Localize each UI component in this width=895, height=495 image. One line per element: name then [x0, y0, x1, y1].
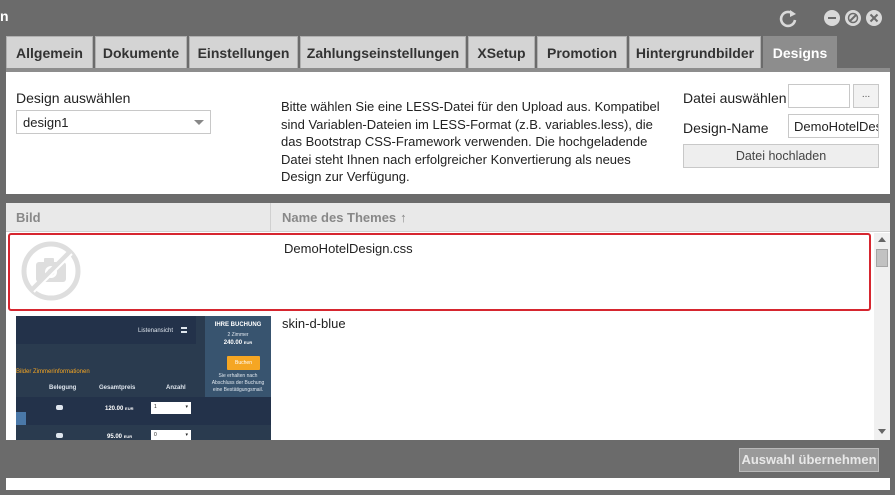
no-image-icon	[21, 241, 81, 301]
minimize-button[interactable]	[824, 10, 840, 26]
themes-table: Bild Name des Themes ↑ DemoHotelDesign.cs…	[6, 203, 890, 440]
tab-bar: Allgemein Dokumente Einstellungen Zahlun…	[0, 36, 895, 68]
tab-einstellungen[interactable]: Einstellungen	[189, 36, 298, 68]
theme-name: DemoHotelDesign.css	[284, 241, 413, 256]
column-divider	[270, 203, 271, 232]
upload-button[interactable]: Datei hochladen	[683, 144, 879, 168]
bottom-strip	[6, 478, 890, 490]
file-browse-button[interactable]: ...	[853, 84, 879, 108]
tab-promotion[interactable]: Promotion	[537, 36, 627, 68]
upload-info-text: Bitte wählen Sie eine LESS-Datei für den…	[281, 99, 660, 184]
tab-allgemein[interactable]: Allgemein	[6, 36, 93, 68]
refresh-icon[interactable]	[778, 8, 798, 28]
file-select-label: Datei auswählen	[683, 90, 787, 106]
preview-links: Bilder Zimmerinformationen	[16, 369, 90, 375]
preview-row1-currency: EUR	[125, 406, 134, 411]
design-select[interactable]: design1	[16, 110, 211, 134]
tab-dokumente[interactable]: Dokumente	[95, 36, 187, 68]
preview-row-price: 95.00 EUR	[107, 434, 132, 440]
preview-booking-rooms: 2 Zimmer	[227, 332, 249, 338]
sort-ascending-icon: ↑	[400, 210, 407, 225]
preview-row-price: 120.00 EUR	[105, 406, 133, 412]
list-icon	[181, 327, 187, 333]
preview-col-total: Gesamtpreis	[99, 385, 136, 391]
chevron-down-icon: ▾	[185, 432, 188, 438]
preview-booking-price-value: 240.00	[223, 340, 243, 346]
preview-row-select: 0 ▾	[151, 430, 191, 440]
maximize-button[interactable]	[845, 10, 861, 26]
column-header-name[interactable]: Name des Themes ↑	[282, 210, 407, 225]
chevron-down-icon	[194, 120, 204, 125]
theme-preview-image: Listenansicht IHRE BUCHUNG 2 Zimmer 240.…	[16, 316, 271, 440]
preview-booking-title: IHRE BUCHUNG	[214, 322, 262, 328]
apply-selection-button[interactable]: Auswahl übernehmen	[739, 448, 879, 472]
column-header-image[interactable]: Bild	[16, 210, 41, 225]
table-row[interactable]: Listenansicht IHRE BUCHUNG 2 Zimmer 240.…	[6, 313, 872, 440]
tab-zahlungseinstellungen[interactable]: Zahlungseinstellungen	[300, 36, 466, 68]
theme-name: skin-d-blue	[282, 316, 346, 331]
design-name-label: Design-Name	[683, 120, 769, 136]
preview-row2-count: 0	[154, 432, 157, 438]
design-select-label: Design auswählen	[16, 90, 131, 106]
person-icon	[56, 433, 63, 438]
preview-row-select: 1 ▾	[151, 402, 191, 414]
preview-booking-price: 240.00 EUR	[205, 340, 271, 346]
design-upload-panel: Design auswählen design1 Bitte wählen Si…	[6, 68, 890, 194]
preview-row1-count: 1	[154, 404, 157, 410]
column-header-name-label: Name des Themes	[282, 210, 397, 225]
scroll-up-icon[interactable]	[878, 237, 886, 242]
preview-row	[16, 397, 271, 425]
design-select-value: design1	[23, 115, 69, 130]
preview-booking-currency: EUR	[243, 340, 253, 345]
preview-row2-currency: EUR	[123, 434, 133, 439]
scroll-thumb[interactable]	[876, 249, 888, 267]
file-input[interactable]	[788, 84, 850, 108]
tab-xsetup[interactable]: XSetup	[468, 36, 535, 68]
preview-row1-price-value: 120.00	[105, 406, 124, 412]
person-icon	[56, 405, 63, 410]
title-bar: n	[0, 0, 895, 36]
table-header: Bild Name des Themes ↑	[6, 203, 890, 232]
preview-col-occupancy: Belegung	[49, 385, 77, 391]
window-title: n	[0, 8, 9, 24]
preview-row-marker	[16, 412, 26, 425]
preview-booking-note: Sie erhalten nach Abschluss der Buchung …	[211, 373, 265, 393]
scroll-down-icon[interactable]	[878, 429, 886, 434]
preview-list-view-label: Listenansicht	[138, 328, 174, 334]
preview-col-count: Anzahl	[166, 385, 186, 391]
close-button[interactable]	[866, 10, 882, 26]
design-name-input[interactable]: DemoHotelDesign	[788, 114, 879, 138]
preview-book-button: Buchen	[227, 356, 260, 370]
tab-hintergrundbilder[interactable]: Hintergrundbilder	[629, 36, 761, 68]
tab-designs[interactable]: Designs	[763, 36, 837, 68]
preview-row2-price-value: 95.00	[107, 434, 123, 440]
vertical-scrollbar[interactable]	[874, 233, 890, 440]
chevron-down-icon: ▾	[185, 404, 188, 410]
table-row-selected[interactable]: DemoHotelDesign.css	[8, 233, 871, 311]
